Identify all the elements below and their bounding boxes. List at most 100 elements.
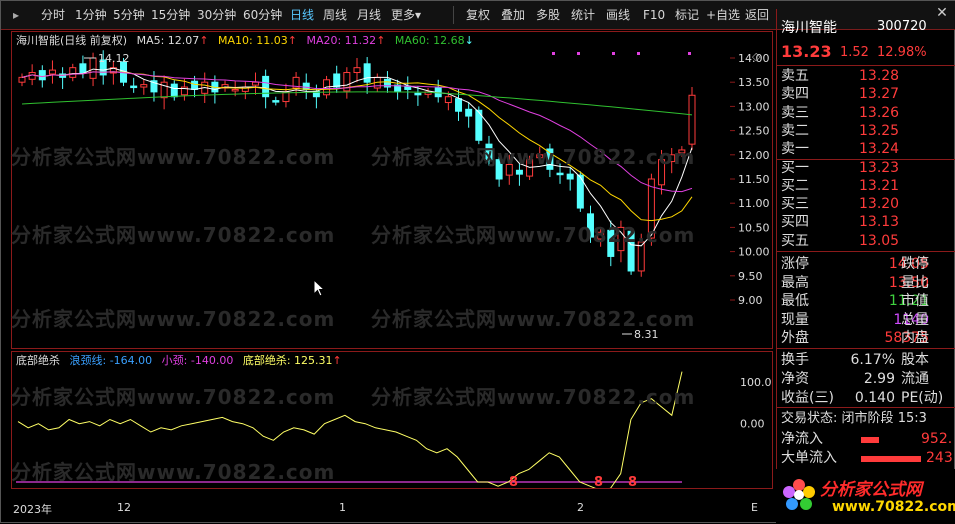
watermark: 分析家公式网www.70822.com bbox=[371, 385, 696, 409]
collapse-icon[interactable]: ◇ bbox=[752, 50, 760, 63]
candle-body bbox=[170, 83, 178, 98]
stats-label: 最高 bbox=[781, 274, 809, 291]
candle-body bbox=[89, 57, 97, 79]
draw-button[interactable]: 画线 bbox=[606, 7, 630, 23]
stock-code: 300720 bbox=[877, 19, 927, 34]
back-button[interactable]: 返回 bbox=[745, 7, 769, 23]
menu-icon[interactable]: ▸ bbox=[13, 7, 23, 23]
order-level-label: 卖三 bbox=[781, 104, 809, 121]
watermark: 分析家公式网www.70822.com bbox=[11, 307, 336, 331]
divider bbox=[777, 65, 955, 66]
fundamental-row: 净资 2.99 流通 bbox=[781, 370, 929, 389]
candle-body bbox=[140, 84, 148, 88]
fundamental-label: 收益(三) bbox=[781, 390, 834, 406]
date-axis: 2023年 12 1 2 E bbox=[11, 501, 773, 516]
tab-5min[interactable]: 5分钟 bbox=[113, 7, 145, 23]
stats-row: 外盘 58375 内盘 bbox=[781, 329, 929, 348]
order-level-label: 卖四 bbox=[781, 86, 809, 103]
stats-label: 外盘 bbox=[781, 330, 809, 346]
order-level-label: 卖一 bbox=[781, 141, 809, 158]
quote-panel: 海川智能 300720 13.23 1.52 12.98% 卖五 13.28 卖四 1… bbox=[776, 9, 955, 524]
y-tick-label: 13.50 bbox=[738, 76, 770, 89]
bid-row: 买二 13.21 bbox=[781, 177, 899, 196]
watermark: 分析家公式网www.70822.com bbox=[371, 145, 696, 169]
y-tick-label: 9.00 bbox=[738, 294, 763, 307]
stats-label: 现量 bbox=[781, 311, 809, 328]
y-tick-label: 13.00 bbox=[738, 100, 770, 113]
fundamental-label: 换手 bbox=[781, 352, 809, 368]
candle-body bbox=[191, 80, 199, 90]
tab-intraday[interactable]: 分时 bbox=[41, 7, 65, 23]
candle-body bbox=[353, 67, 361, 74]
tab-daily[interactable]: 日线 bbox=[290, 7, 314, 23]
ad-title: 分析家公式网 bbox=[820, 480, 922, 500]
tab-more[interactable]: 更多▾ bbox=[391, 7, 421, 23]
fundamental-row: 收益(三) 0.140 PE(动) bbox=[781, 389, 943, 408]
overlay-button[interactable]: 叠加 bbox=[501, 7, 525, 23]
bid-row: 买一 13.23 bbox=[781, 159, 899, 178]
tab-weekly[interactable]: 周线 bbox=[323, 7, 347, 23]
divider bbox=[777, 251, 955, 252]
candle-body bbox=[48, 69, 56, 75]
ask-row: 卖一 13.24 bbox=[781, 140, 899, 159]
candle-body bbox=[465, 108, 473, 117]
order-level-label: 买三 bbox=[781, 196, 809, 213]
divider bbox=[777, 407, 955, 408]
candle-body bbox=[38, 70, 46, 81]
stats-label-right: 市值 bbox=[901, 293, 929, 309]
watermark: 分析家公式网www.70822.com bbox=[11, 385, 336, 409]
f10-button[interactable]: F10 bbox=[643, 7, 665, 23]
fundamental-row: 换手 6.17% 股本 bbox=[781, 351, 929, 370]
fundamental-label-right: 股本 bbox=[901, 352, 929, 368]
toolbar-divider bbox=[453, 6, 454, 24]
candle-body bbox=[556, 172, 564, 176]
order-price: 13.21 bbox=[859, 177, 900, 194]
ask-row: 卖三 13.26 bbox=[781, 104, 899, 123]
multi-stock-button[interactable]: 多股 bbox=[536, 7, 560, 23]
candle-body bbox=[79, 63, 87, 74]
price-chart-pane[interactable]: 海川智能(日线 前复权) MA5: 12.07↑ MA10: 11.03↑ MA… bbox=[11, 31, 773, 349]
ma60-line bbox=[21, 91, 693, 116]
add-watchlist-button[interactable]: +自选 bbox=[706, 7, 740, 23]
tab-1min[interactable]: 1分钟 bbox=[75, 7, 107, 23]
tab-15min[interactable]: 15分钟 bbox=[151, 7, 190, 23]
order-level-label: 卖二 bbox=[781, 122, 809, 139]
order-level-label: 买五 bbox=[781, 232, 809, 249]
ma20-line bbox=[21, 71, 693, 193]
order-level-label: 买一 bbox=[781, 159, 809, 176]
y-tick-label: 9.50 bbox=[738, 270, 763, 283]
high-price-label: 14.12 bbox=[98, 52, 130, 65]
stats-label: 涨停 bbox=[781, 256, 809, 272]
candle-body bbox=[302, 82, 310, 90]
mouse-cursor-icon bbox=[313, 279, 326, 297]
fundamental-label-right: PE(动) bbox=[901, 390, 944, 406]
candle-body bbox=[231, 88, 239, 92]
watermark: 分析家公式网www.70822.com bbox=[371, 307, 696, 331]
mark-button[interactable]: 标记 bbox=[675, 7, 699, 23]
signal-dot bbox=[688, 52, 691, 55]
tab-monthly[interactable]: 月线 bbox=[357, 7, 381, 23]
net-inflow-value: 952. bbox=[921, 431, 953, 447]
flower-logo-icon bbox=[783, 479, 815, 510]
stock-name: 海川智能 bbox=[781, 20, 837, 36]
y-tick-label: 10.00 bbox=[738, 246, 770, 259]
candle-body bbox=[251, 81, 259, 86]
order-price: 13.24 bbox=[859, 141, 900, 158]
net-inflow-label: 净流入 bbox=[781, 431, 823, 447]
stats-button[interactable]: 统计 bbox=[571, 7, 595, 23]
fundamental-value: 6.17% bbox=[850, 352, 895, 368]
x-label-jan: 1 bbox=[339, 501, 346, 514]
adjust-button[interactable]: 复权 bbox=[466, 7, 490, 23]
ad-url: www.70822.com bbox=[832, 499, 955, 515]
candle-body bbox=[688, 94, 696, 145]
price-change-pct: 12.98% bbox=[877, 45, 927, 60]
app-window: ▸ 分时 1分钟 5分钟 15分钟 30分钟 60分钟 日线 周线 月线 更多▾… bbox=[0, 0, 955, 524]
candle-body bbox=[69, 67, 77, 78]
y-tick-label: 10.50 bbox=[738, 221, 770, 234]
tab-30min[interactable]: 30分钟 bbox=[197, 7, 236, 23]
bid-row: 买三 13.20 bbox=[781, 195, 899, 214]
tab-60min[interactable]: 60分钟 bbox=[243, 7, 282, 23]
divider bbox=[777, 348, 955, 349]
site-ad[interactable]: 分析家公式网 www.70822.com bbox=[776, 469, 955, 524]
fundamental-label-right: 流通 bbox=[901, 371, 929, 387]
